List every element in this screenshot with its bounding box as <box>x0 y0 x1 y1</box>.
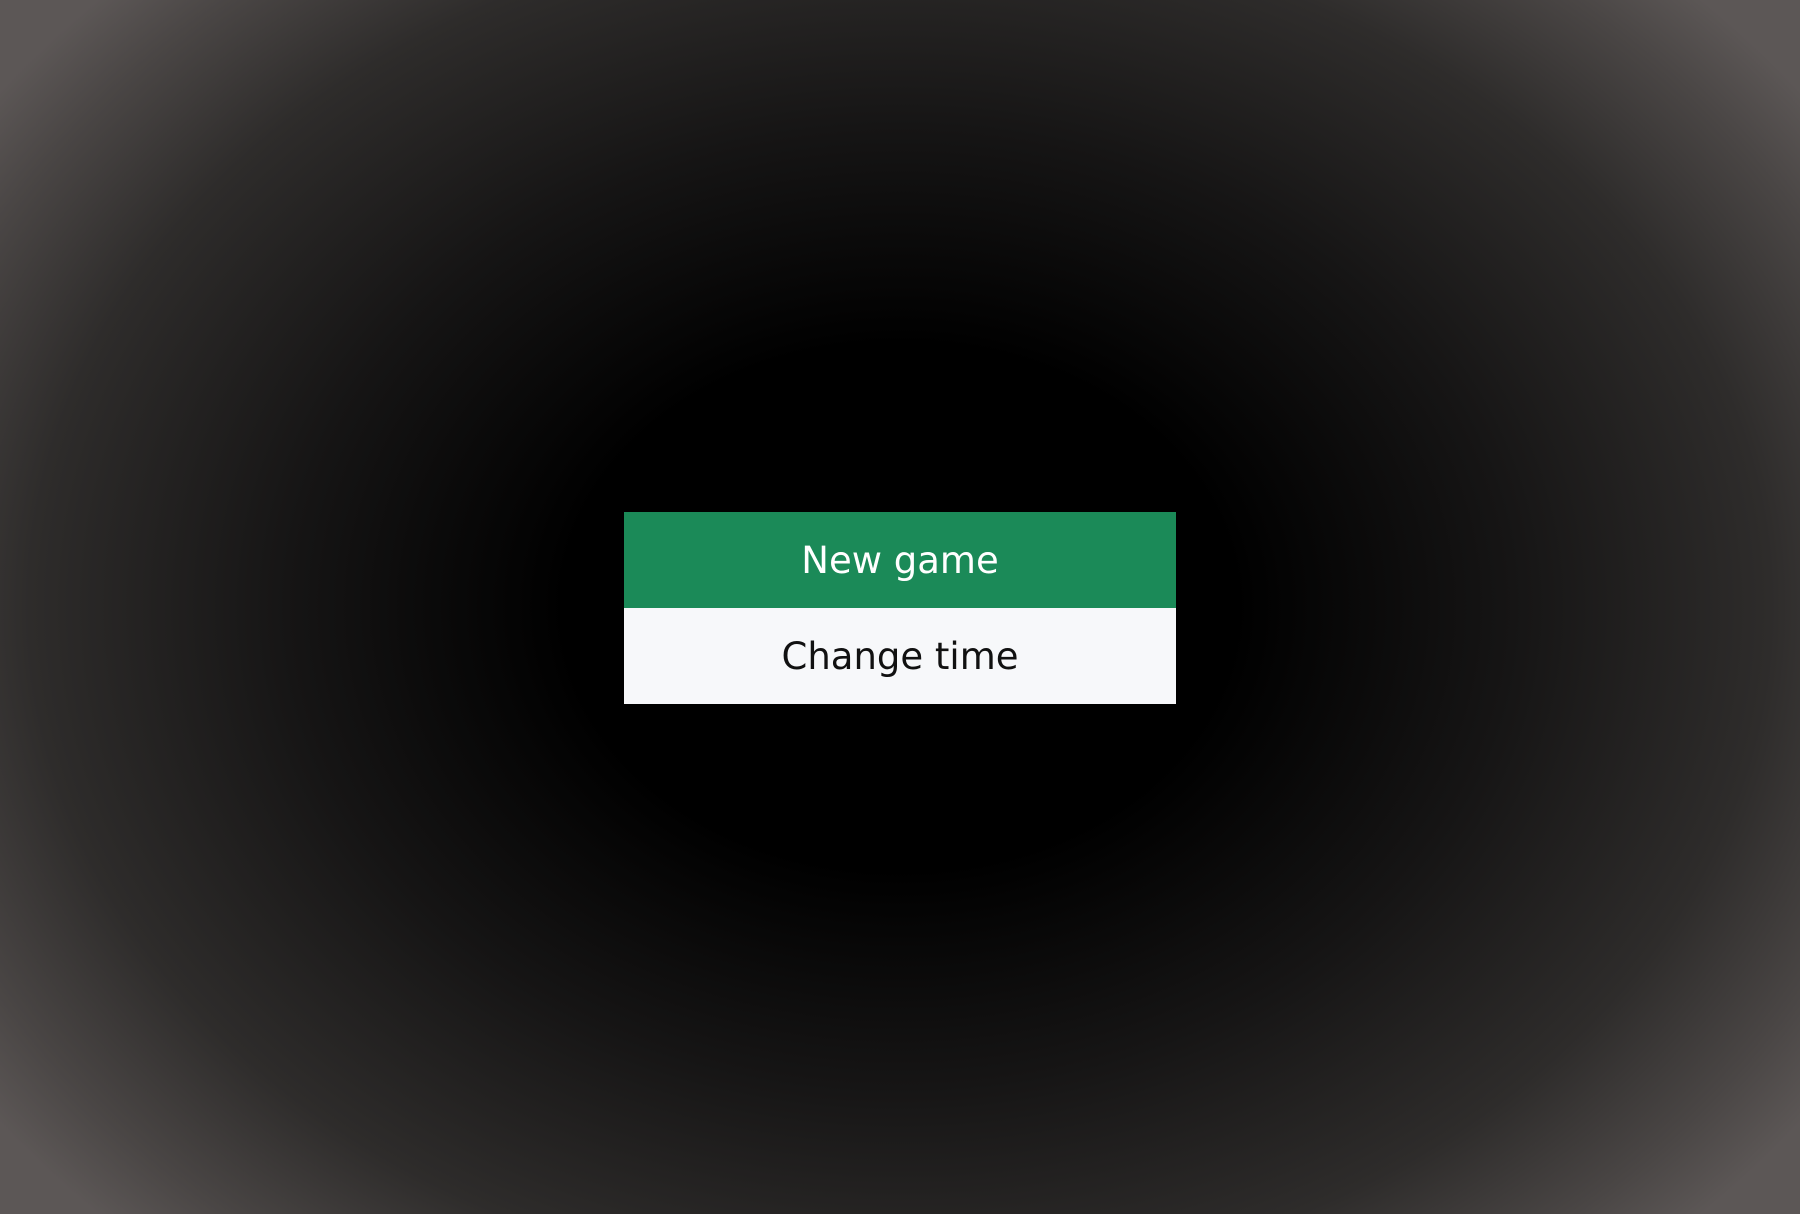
game-menu: New game Change time <box>624 512 1176 704</box>
game-screen: { "menu": { "new_game_label": "New game"… <box>0 0 1800 1214</box>
change-time-button[interactable]: Change time <box>624 608 1176 704</box>
new-game-button[interactable]: New game <box>624 512 1176 608</box>
